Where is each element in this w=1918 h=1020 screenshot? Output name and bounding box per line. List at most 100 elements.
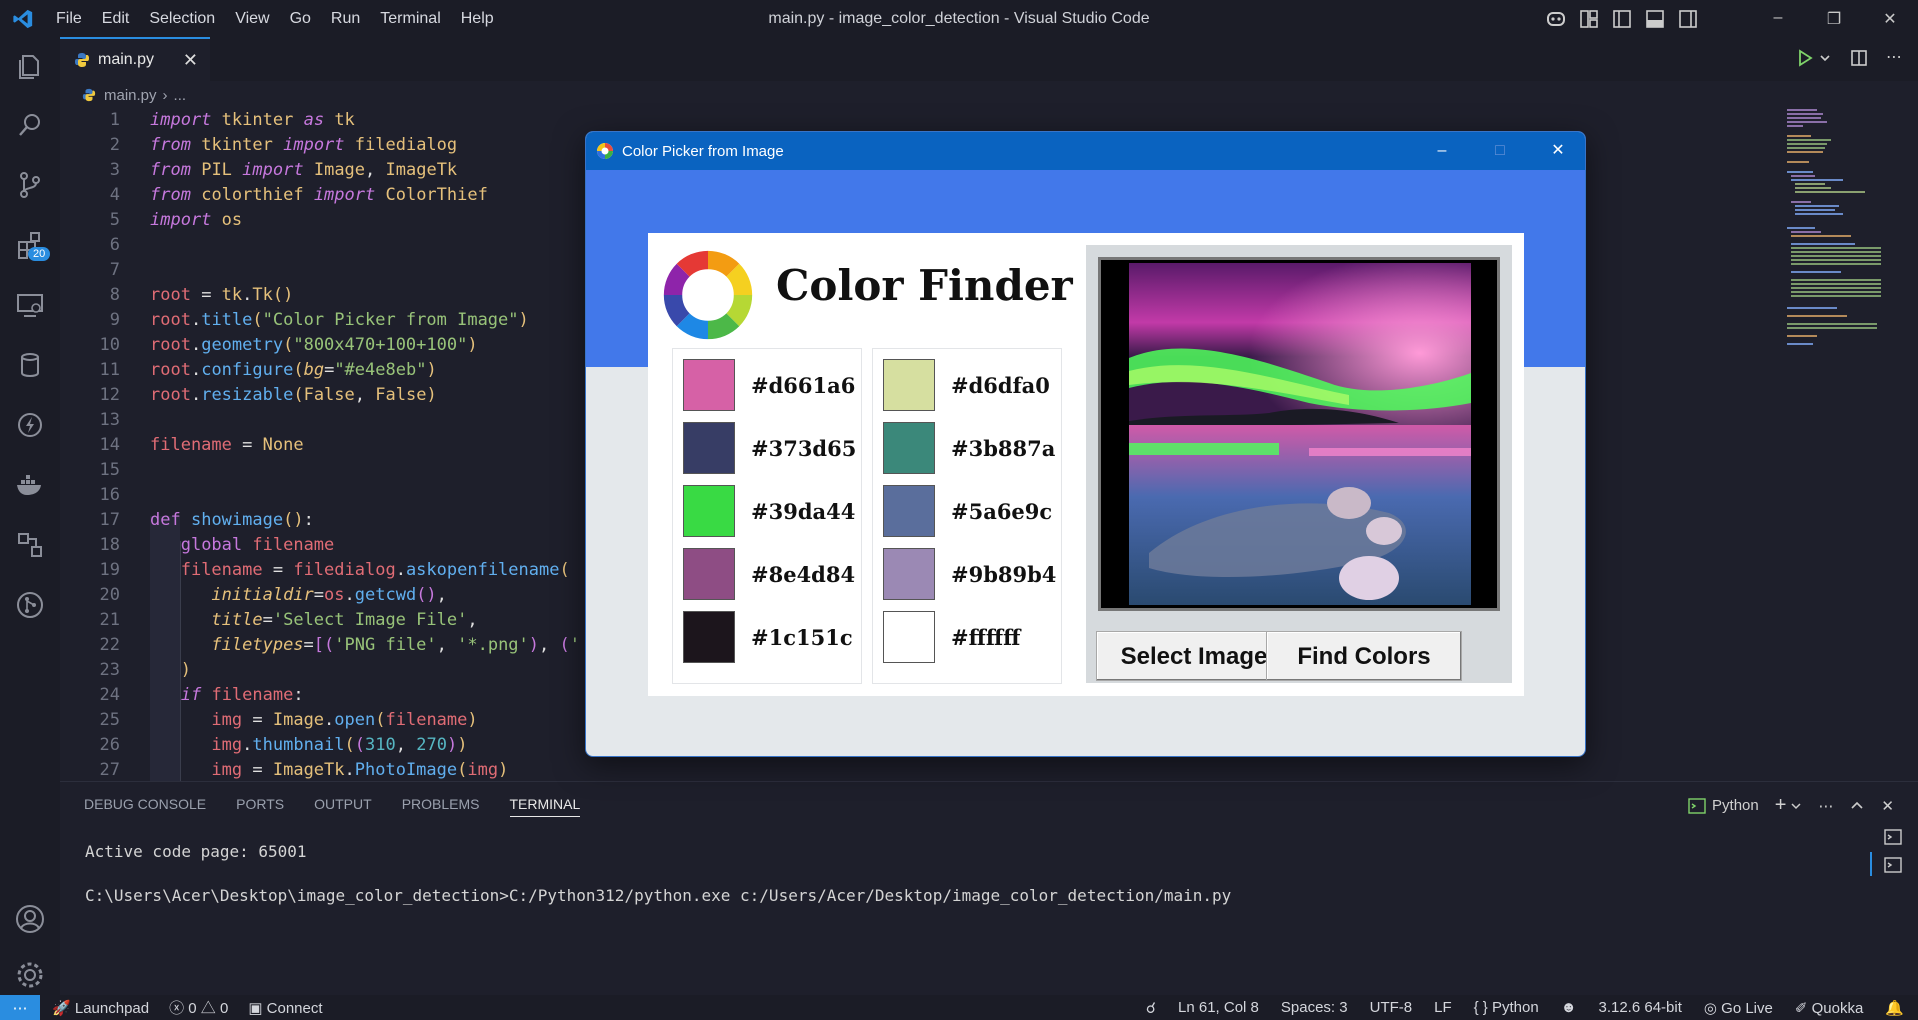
toggle-primary-sidebar-icon[interactable] — [1611, 8, 1633, 30]
line-number: 13 — [99, 410, 120, 430]
image-panel: Select Image Find Colors — [1086, 245, 1512, 683]
breadcrumb: main.py › ... — [60, 81, 1918, 109]
menu-edit[interactable]: Edit — [102, 10, 130, 28]
launchpad-item[interactable]: 🚀 Launchpad — [52, 999, 149, 1017]
app-title: Color Picker from Image — [622, 142, 784, 160]
close-icon[interactable]: ✕ — [1862, 9, 1918, 29]
python-interpreter[interactable]: 3.12.6 64-bit — [1598, 999, 1681, 1016]
language-mode[interactable]: { } Python — [1474, 999, 1539, 1016]
accounts-icon[interactable]: ☌ — [1146, 999, 1156, 1017]
breadcrumb-symbol[interactable]: ... — [174, 87, 187, 104]
minimize-icon[interactable]: – — [1750, 9, 1806, 29]
run-dropdown-chevron-icon[interactable] — [1818, 49, 1832, 67]
swatch-row: #8e4d84 — [683, 548, 855, 600]
hex-label: #8e4d84 — [751, 561, 856, 587]
menu-help[interactable]: Help — [461, 10, 494, 28]
cursor-position[interactable]: Ln 61, Col 8 — [1178, 999, 1259, 1016]
terminal-instance-icon[interactable] — [1884, 856, 1904, 874]
menu-go[interactable]: Go — [290, 10, 311, 28]
find-colors-button[interactable]: Find Colors — [1266, 631, 1462, 681]
swatch-row: #1c151c — [683, 611, 853, 663]
split-editor-icon[interactable] — [1850, 49, 1868, 67]
toggle-secondary-sidebar-icon[interactable] — [1677, 8, 1699, 30]
remote-explorer-icon[interactable] — [14, 289, 46, 321]
code-line: from tkinter import filedialog — [150, 135, 458, 155]
color-swatch — [683, 611, 735, 663]
notifications-bell-icon[interactable]: 🔔 — [1885, 999, 1904, 1017]
close-panel-icon[interactable]: ✕ — [1881, 797, 1894, 815]
menu-selection[interactable]: Selection — [149, 10, 215, 28]
more-actions-icon[interactable]: ⋯ — [1886, 49, 1902, 67]
swatch-row: #d6dfa0 — [883, 359, 1050, 411]
run-icon[interactable] — [1796, 49, 1814, 67]
code-line: filename = None — [150, 435, 304, 455]
code-line: initialdir=os.getcwd(), — [211, 585, 447, 605]
indentation[interactable]: Spaces: 3 — [1281, 999, 1348, 1016]
code-line: root.configure(bg="#e4e8eb") — [150, 360, 437, 380]
tab-ports[interactable]: PORTS — [236, 796, 284, 817]
line-number: 5 — [109, 210, 120, 230]
app-minimize-icon[interactable]: – — [1413, 132, 1471, 170]
remote-indicator-icon[interactable]: ⋯ — [0, 995, 40, 1020]
source-control-icon[interactable] — [14, 169, 46, 201]
minimap[interactable] — [1785, 109, 1905, 409]
menu-file[interactable]: File — [56, 10, 82, 28]
restore-icon[interactable]: ❐ — [1806, 9, 1862, 29]
extensions-grid-icon[interactable] — [14, 529, 46, 561]
end-of-line[interactable]: LF — [1434, 999, 1452, 1016]
maximize-panel-icon[interactable] — [1849, 798, 1865, 814]
quokka-item[interactable]: ✐ Quokka — [1795, 999, 1863, 1017]
go-live-item[interactable]: ◎ Go Live — [1704, 999, 1773, 1017]
account-icon[interactable] — [14, 903, 46, 935]
explorer-icon[interactable] — [14, 51, 46, 83]
terminal-line: C:\Users\Acer\Desktop\image_color_detect… — [85, 886, 1232, 905]
new-terminal-icon[interactable]: + — [1775, 794, 1787, 817]
active-terminal-indicator — [1870, 852, 1872, 876]
close-tab-icon[interactable]: ✕ — [183, 50, 198, 71]
line-number: 17 — [99, 510, 120, 530]
copilot-status-icon[interactable]: ☻ — [1561, 999, 1577, 1016]
menu-terminal[interactable]: Terminal — [380, 10, 440, 28]
settings-gear-icon[interactable] — [14, 959, 46, 991]
docker-icon[interactable] — [14, 469, 46, 501]
menu-view[interactable]: View — [235, 10, 269, 28]
tab-main-py[interactable]: main.py ✕ — [60, 37, 210, 81]
chevron-down-icon[interactable] — [1790, 800, 1802, 812]
title-bar-controls: – ❐ ✕ — [1545, 0, 1918, 37]
tab-problems[interactable]: PROBLEMS — [402, 796, 480, 817]
line-number: 15 — [99, 460, 120, 480]
copilot-icon[interactable] — [1545, 8, 1567, 30]
code-line: img = ImageTk.PhotoImage(img) — [211, 760, 509, 780]
color-swatch — [683, 548, 735, 600]
vscode-logo-icon — [13, 9, 33, 28]
encoding[interactable]: UTF-8 — [1370, 999, 1413, 1016]
more-actions-icon[interactable]: ⋯ — [1818, 797, 1833, 815]
hex-label: #5a6e9c — [951, 498, 1053, 524]
tab-terminal[interactable]: TERMINAL — [509, 796, 581, 817]
app-close-icon[interactable]: ✕ — [1529, 132, 1585, 170]
tab-output[interactable]: OUTPUT — [314, 796, 372, 817]
select-image-button[interactable]: Select Image — [1096, 631, 1292, 681]
line-number: 3 — [109, 160, 120, 180]
line-number: 18 — [99, 535, 120, 555]
code-line: root.geometry("800x470+100+100") — [150, 335, 478, 355]
breadcrumb-file[interactable]: main.py — [104, 87, 157, 104]
go-live-label: Go Live — [1721, 999, 1773, 1017]
git-graph-icon[interactable] — [14, 589, 46, 621]
hex-label: #d661a6 — [751, 372, 856, 398]
problems-item[interactable]: ⓧ 0 △ 0 — [169, 997, 228, 1018]
search-icon[interactable] — [14, 109, 46, 141]
terminal-profile-label[interactable]: Python — [1712, 797, 1759, 814]
line-number: 7 — [109, 260, 120, 280]
color-swatch — [683, 485, 735, 537]
toggle-panel-icon[interactable] — [1644, 8, 1666, 30]
hex-label: #ffffff — [951, 624, 1021, 650]
lightning-icon[interactable] — [14, 409, 46, 441]
tab-debug-console[interactable]: DEBUG CONSOLE — [84, 796, 206, 817]
layout-customize-icon[interactable] — [1578, 8, 1600, 30]
database-icon[interactable] — [14, 349, 46, 381]
menu-run[interactable]: Run — [331, 10, 360, 28]
terminal-instance-icon[interactable] — [1884, 828, 1904, 846]
connect-item[interactable]: ▣ Connect — [248, 999, 322, 1017]
swatch-row: #d661a6 — [683, 359, 855, 411]
